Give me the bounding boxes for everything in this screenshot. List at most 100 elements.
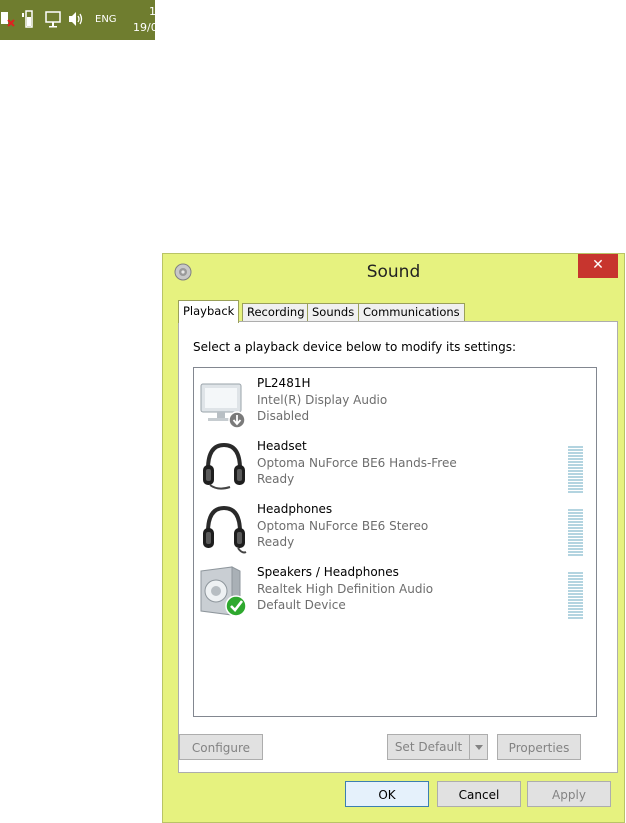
apply-button[interactable]: Apply [527, 781, 611, 807]
meter-segment [568, 470, 583, 472]
meter-segment [568, 581, 583, 583]
meter-segment [568, 458, 583, 460]
device-item-headphones[interactable]: Headphones Optoma NuForce BE6 Stereo Rea… [194, 500, 596, 562]
meter-segment [568, 482, 583, 484]
meter-segment [568, 533, 583, 535]
volume-icon[interactable] [67, 10, 85, 31]
meter-segment [568, 596, 583, 598]
dialog-title: Sound [366, 262, 421, 282]
language-indicator[interactable]: ENG [95, 14, 117, 25]
device-name: Speakers / Headphones [257, 565, 399, 579]
device-list[interactable]: PL2481H Intel(R) Display Audio Disabled [193, 367, 597, 717]
tab-communications[interactable]: Communications [358, 303, 465, 322]
meter-segment [568, 473, 583, 475]
meter-segment [568, 488, 583, 490]
meter-segment [568, 509, 583, 511]
ok-button[interactable]: OK [345, 781, 429, 807]
device-description: Realtek High Definition Audio [257, 582, 434, 596]
meter-segment [568, 593, 583, 595]
meter-segment [568, 599, 583, 601]
close-button[interactable]: ✕ [578, 254, 618, 278]
speaker-icon [198, 565, 250, 619]
volume-level-meter [568, 509, 583, 558]
meter-segment [568, 527, 583, 529]
meter-segment [568, 479, 583, 481]
meter-segment [568, 536, 583, 538]
meter-segment [568, 452, 583, 454]
display-network-icon[interactable] [44, 10, 62, 31]
meter-segment [568, 446, 583, 448]
tab-recording[interactable]: Recording [242, 303, 310, 322]
meter-segment [568, 611, 583, 613]
device-description: Intel(R) Display Audio [257, 393, 388, 407]
meter-segment [568, 521, 583, 523]
meter-segment [568, 449, 583, 451]
device-item-headset[interactable]: Headset Optoma NuForce BE6 Hands-Free Re… [194, 437, 596, 499]
meter-segment [568, 542, 583, 544]
device-status: Default Device [257, 598, 346, 612]
clock-date[interactable]: 19/0 [133, 21, 158, 34]
instruction-text: Select a playback device below to modify… [193, 340, 517, 354]
meter-segment [568, 530, 583, 532]
volume-level-meter [568, 572, 583, 621]
set-default-button[interactable]: Set Default [387, 734, 488, 760]
meter-segment [568, 602, 583, 604]
meter-segment [568, 572, 583, 574]
meter-bars [568, 572, 583, 619]
device-item-pl2481h[interactable]: PL2481H Intel(R) Display Audio Disabled [194, 374, 596, 436]
cancel-button[interactable]: Cancel [437, 781, 521, 807]
meter-segment [568, 575, 583, 577]
tab-sounds[interactable]: Sounds [307, 303, 360, 322]
battery-icon[interactable] [22, 10, 36, 31]
device-name: Headset [257, 439, 307, 453]
sound-dialog: Sound ✕ Playback Recording Sounds Commun… [162, 253, 625, 823]
meter-bars [568, 509, 583, 556]
meter-segment [568, 578, 583, 580]
network-error-icon[interactable] [0, 10, 16, 31]
meter-segment [568, 617, 583, 619]
volume-level-meter [568, 446, 583, 495]
configure-button[interactable]: Configure [179, 734, 263, 760]
meter-segment [568, 545, 583, 547]
meter-segment [568, 485, 583, 487]
monitor-icon [198, 376, 250, 430]
title-bar[interactable]: Sound ✕ [163, 254, 624, 290]
device-status: Ready [257, 472, 295, 486]
set-default-label: Set Default [394, 740, 463, 754]
meter-segment [568, 464, 583, 466]
meter-segment [568, 539, 583, 541]
meter-segment [568, 551, 583, 553]
meter-segment [568, 584, 583, 586]
meter-segment [568, 587, 583, 589]
meter-segment [568, 590, 583, 592]
device-description: Optoma NuForce BE6 Hands-Free [257, 456, 457, 470]
meter-segment [568, 608, 583, 610]
meter-segment [568, 548, 583, 550]
device-description: Optoma NuForce BE6 Stereo [257, 519, 429, 533]
meter-segment [568, 524, 583, 526]
meter-segment [568, 605, 583, 607]
headphones-icon [198, 502, 250, 556]
meter-segment [568, 512, 583, 514]
headphones-icon [198, 439, 250, 493]
clock-time[interactable]: 1 [149, 5, 156, 18]
meter-segment [568, 467, 583, 469]
meter-segment [568, 554, 583, 556]
properties-button[interactable]: Properties [497, 734, 581, 760]
meter-segment [568, 461, 583, 463]
device-status: Disabled [257, 409, 310, 423]
meter-segment [568, 515, 583, 517]
meter-segment [568, 614, 583, 616]
meter-segment [568, 476, 583, 478]
playback-panel: Select a playback device below to modify… [178, 321, 618, 773]
device-item-speakers[interactable]: Speakers / Headphones Realtek High Defin… [194, 563, 596, 625]
taskbar: ENG 1 19/0 [0, 0, 158, 40]
device-status: Ready [257, 535, 295, 549]
meter-segment [568, 491, 583, 493]
device-name: Headphones [257, 502, 333, 516]
meter-bars [568, 446, 583, 493]
chevron-down-icon[interactable] [469, 735, 487, 759]
dialog-client: Playback Recording Sounds Communications… [172, 290, 618, 773]
tab-playback[interactable]: Playback [178, 300, 240, 323]
meter-segment [568, 518, 583, 520]
